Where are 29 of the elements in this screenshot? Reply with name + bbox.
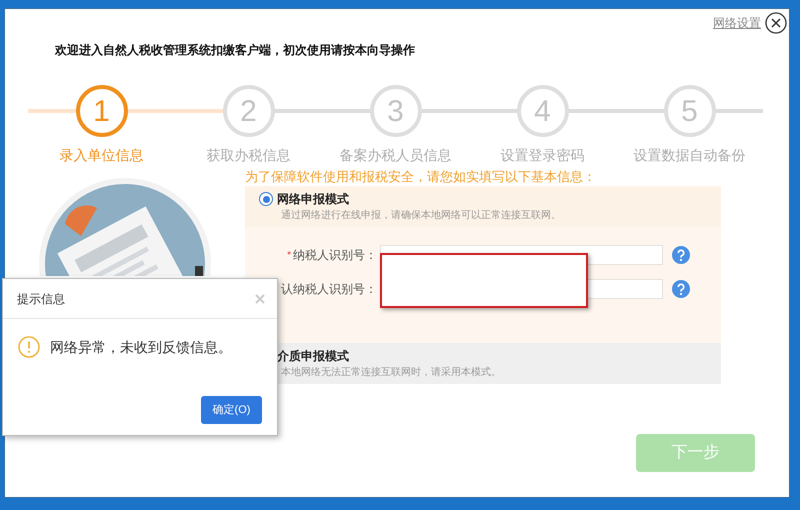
- field-label: 认纳税人识别号：: [281, 281, 377, 298]
- network-settings-link[interactable]: 网络设置: [713, 14, 761, 32]
- step-number: 4: [516, 85, 568, 137]
- mode-title: 介质申报模式: [277, 348, 349, 365]
- mode-description: 本地网络无法正常连接互联网时，请采用本模式。: [280, 366, 502, 380]
- required-mark: *: [287, 248, 291, 262]
- step-label: 获取办税信息: [206, 146, 290, 165]
- mode-description: 通过网络进行在线申报，请确保本地网络可以正常连接互联网。: [280, 208, 562, 223]
- wizard-heading: 欢迎进入自然人税收管理系统扣缴客户端，初次使用请按本向导操作: [54, 42, 416, 59]
- step-label: 设置登录密码: [500, 146, 584, 165]
- dialog-message: 网络异常，未收到反馈信息。: [50, 338, 232, 356]
- mode-title: 网络申报模式: [277, 191, 349, 208]
- help-icon[interactable]: [672, 280, 690, 298]
- close-icon[interactable]: [765, 12, 787, 34]
- step-label: 设置数据自动备份: [634, 146, 746, 165]
- radio-button[interactable]: [259, 192, 273, 206]
- step-label: 录入单位信息: [60, 146, 144, 165]
- ok-button[interactable]: 确定(O): [201, 396, 262, 424]
- step-number: 3: [370, 85, 422, 137]
- help-icon[interactable]: [672, 246, 690, 264]
- dialog-title: 提示信息: [17, 290, 65, 308]
- notice-text: 为了保障软件使用和报税安全，请您如实填写以下基本信息：: [245, 168, 597, 186]
- step-number: 5: [664, 85, 716, 137]
- warning-icon: [18, 336, 40, 358]
- step-number: 1: [76, 85, 128, 137]
- mode-option[interactable]: 网络申报模式 通过网络进行在线申报，请确保本地网络可以正常连接互联网。: [245, 186, 721, 227]
- field-label: 纳税人识别号：: [293, 247, 377, 264]
- step-number: 2: [222, 85, 274, 137]
- step-label: 备案办税人员信息: [340, 146, 452, 165]
